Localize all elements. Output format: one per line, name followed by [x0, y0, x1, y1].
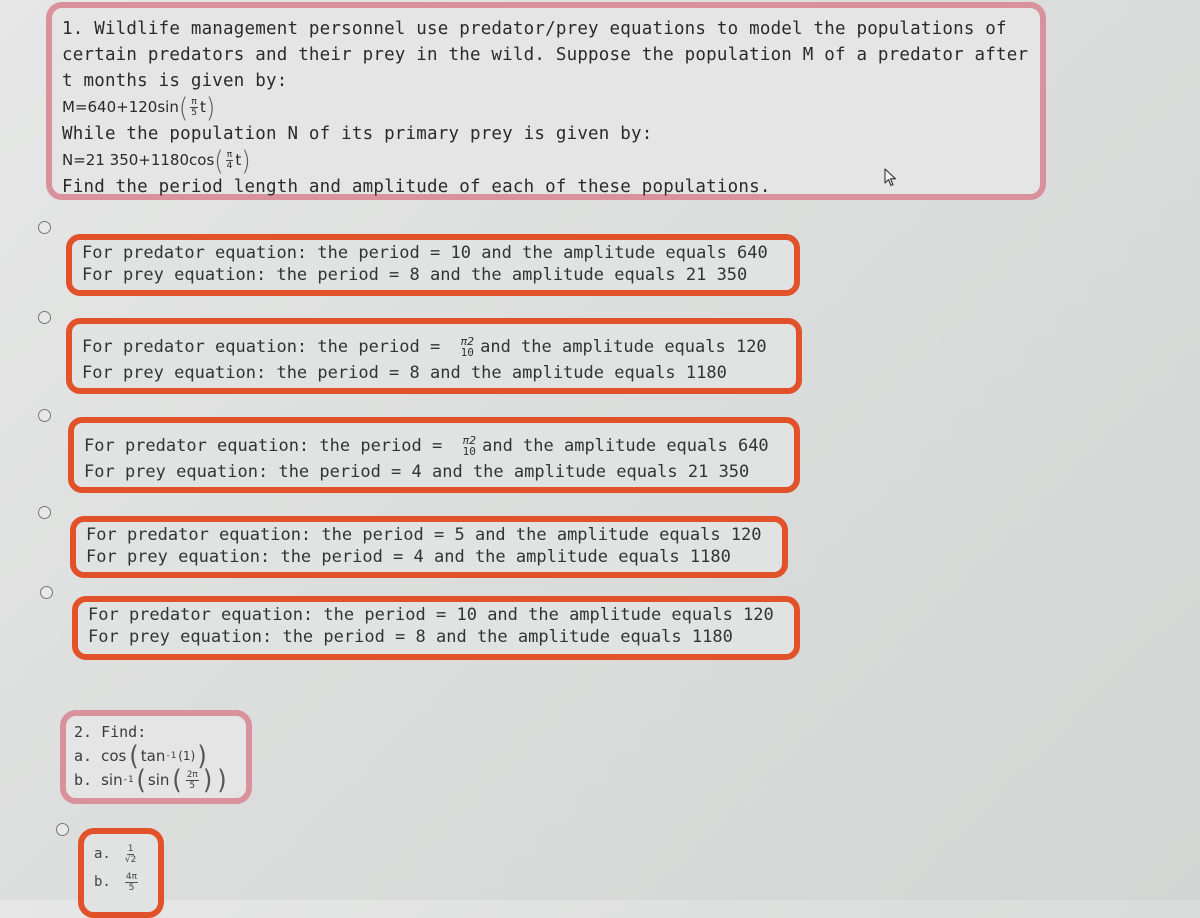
answer-4-radio[interactable]	[38, 506, 51, 519]
answer-2-period-fraction: π2 10	[460, 335, 475, 359]
mouse-cursor-icon	[884, 168, 897, 187]
equation-n-fraction: π 4	[225, 150, 234, 171]
answer-3-radio[interactable]	[38, 409, 51, 422]
answer-option-2[interactable]: For predator equation: the period = π2 1…	[66, 318, 802, 394]
answer-q2-option[interactable]: a. 1 √2 b. 4π 5	[78, 828, 164, 918]
answer-option-4[interactable]: For predator equation: the period = 5 an…	[70, 516, 788, 578]
equation-n-lhs: N=21 350+1180cos	[62, 151, 215, 169]
answer-q2-radio[interactable]	[56, 823, 69, 836]
question-2-b-fraction: 2π 5	[185, 769, 199, 791]
question-2-box: 2. Find: a. cos ( tan -1 (1) ) b. sin -1 (…	[60, 710, 252, 804]
equation-m: M=640+120sin ( π 5 t )	[62, 92, 216, 123]
answer-q2-a-fraction: 1 √2	[124, 843, 137, 865]
question-2-part-b: b. sin -1 ( sin ( 2π 5 ))	[74, 764, 230, 796]
answer-option-5[interactable]: For predator equation: the period = 10 a…	[72, 596, 800, 660]
answer-2-radio[interactable]	[38, 311, 51, 324]
equation-m-lhs: M=640+120sin	[62, 98, 179, 116]
answer-3-period-fraction: π2 10	[462, 434, 477, 458]
answer-5-radio[interactable]	[40, 586, 53, 599]
question-1-line-3: t months is given by:	[62, 71, 288, 91]
answer-option-1[interactable]: For predator equation: the period = 10 a…	[66, 234, 800, 296]
equation-m-fraction: π 5	[190, 97, 198, 118]
question-1-line-1: 1. Wildlife management personnel use pre…	[62, 19, 1007, 39]
question-2-title: 2. Find:	[74, 723, 147, 741]
answer-1-radio[interactable]	[38, 221, 51, 234]
answer-q2-b-fraction: 4π 5	[124, 871, 139, 893]
prey-intro-line: While the population N of its primary pr…	[62, 124, 653, 144]
question-1-line-2: certain predators and their prey in the …	[62, 45, 1029, 65]
answer-option-3[interactable]: For predator equation: the period = π2 1…	[68, 417, 800, 493]
